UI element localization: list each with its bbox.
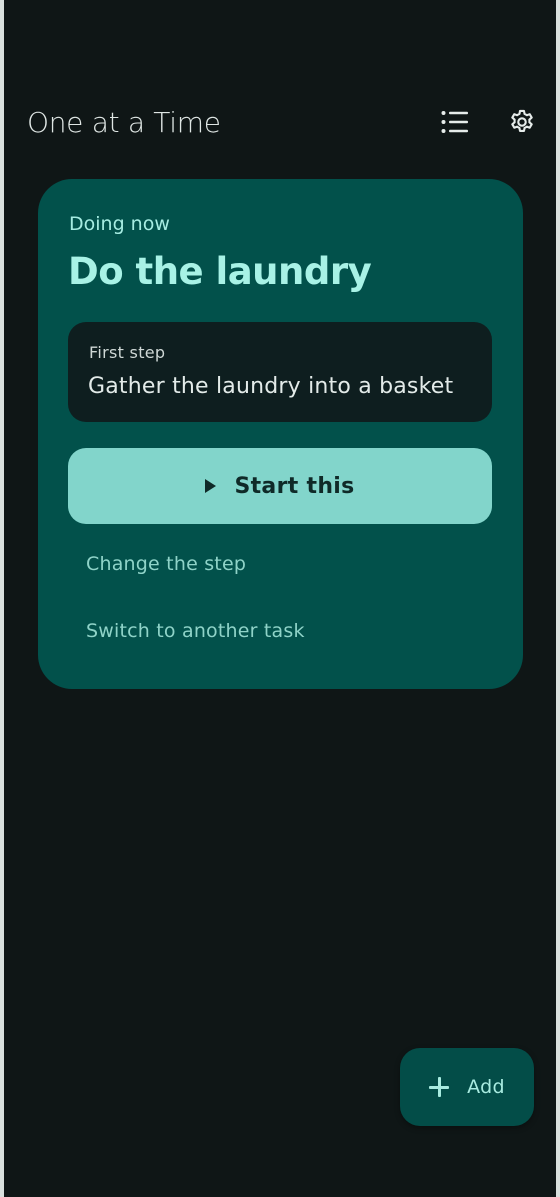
step-text: Gather the laundry into a basket: [88, 374, 454, 399]
start-button[interactable]: Start this: [68, 448, 492, 524]
change-step-link[interactable]: Change the step: [86, 551, 246, 577]
play-icon: [205, 479, 217, 493]
add-task-button[interactable]: Add: [400, 1048, 534, 1126]
settings-button[interactable]: [500, 100, 544, 144]
switch-task-link[interactable]: Switch to another task: [86, 618, 305, 644]
step-label: First step: [89, 343, 166, 362]
app-title: One at a Time: [27, 106, 221, 139]
task-title: Do the laundry: [68, 250, 372, 293]
start-button-label: Start this: [234, 473, 355, 499]
task-list-button[interactable]: [433, 100, 477, 144]
gear-icon: [511, 109, 533, 133]
list-icon: [441, 111, 468, 133]
add-button-label: Add: [467, 1076, 505, 1098]
current-task-card: Doing now Do the laundry First step Gath…: [38, 179, 523, 689]
app-screen: One at a Time Doing now Do the laundry F…: [4, 0, 556, 1197]
status-label: Doing now: [69, 213, 170, 235]
plus-icon: [429, 1077, 450, 1097]
current-step-panel: First step Gather the laundry into a bas…: [68, 322, 492, 422]
